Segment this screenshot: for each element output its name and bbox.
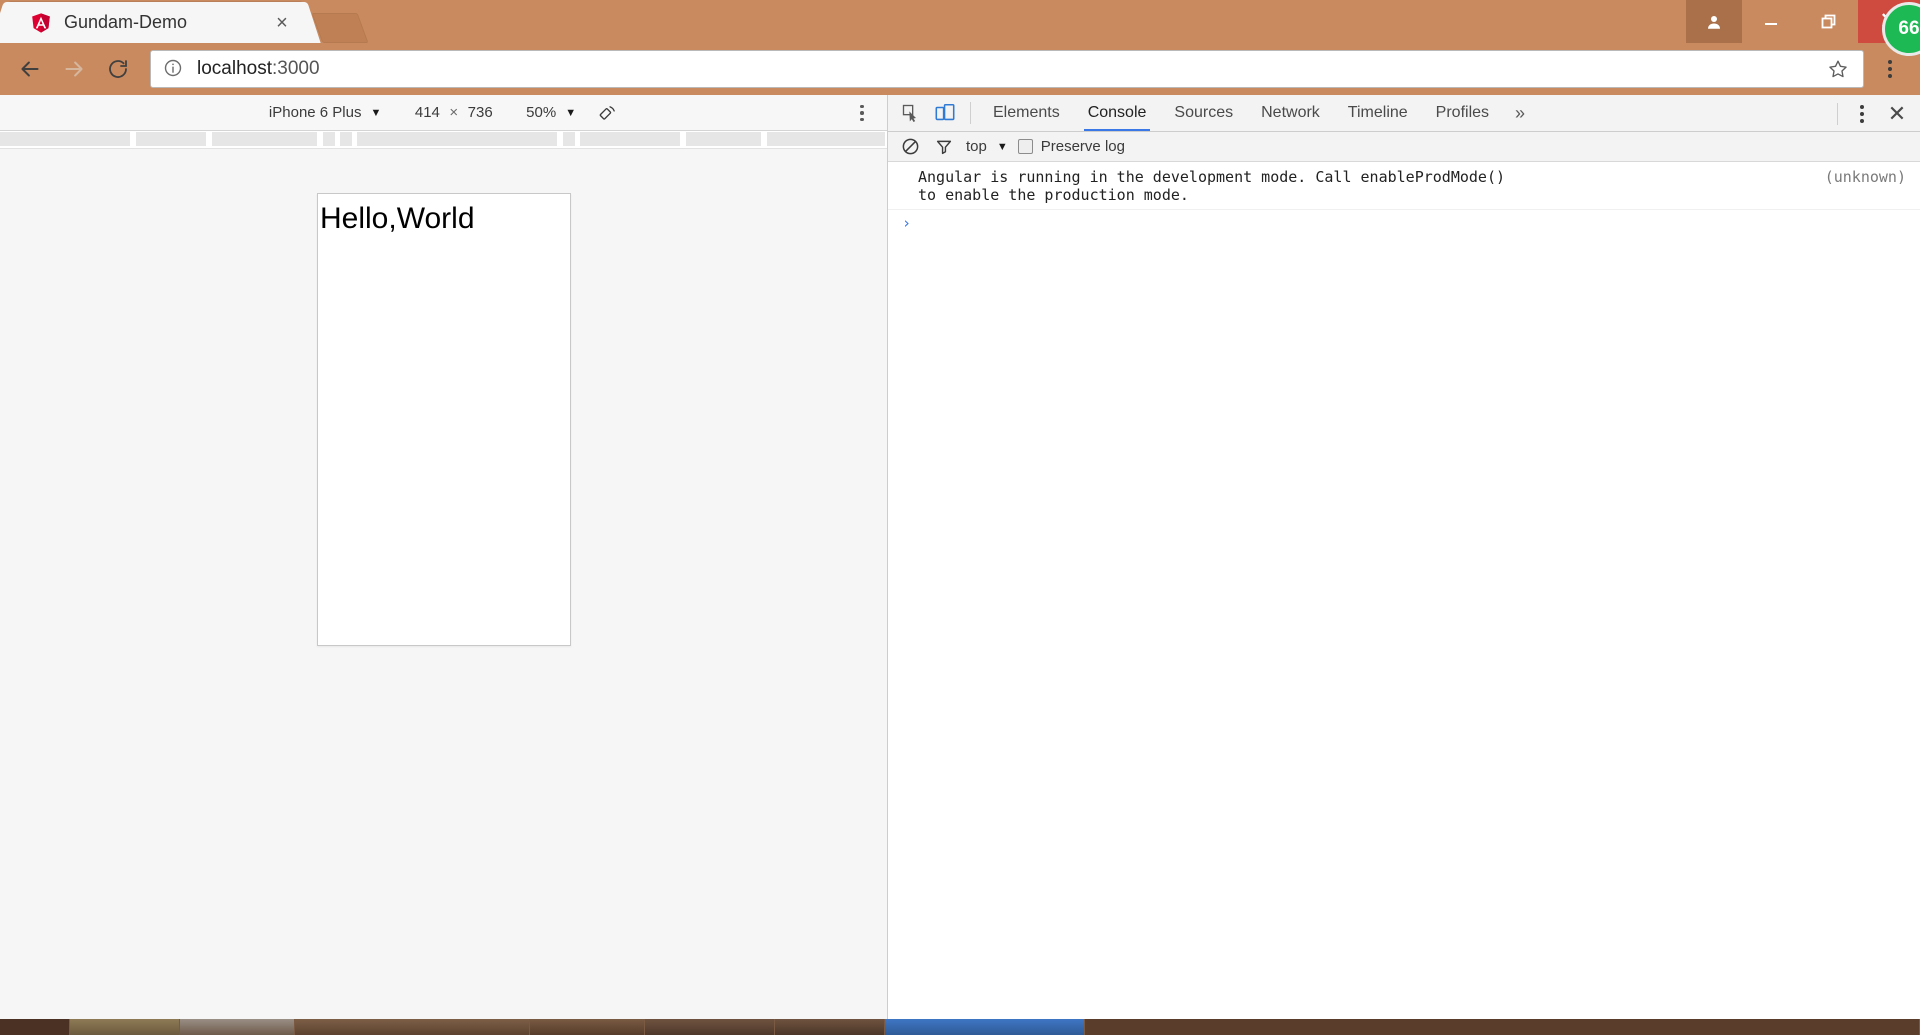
device-selector[interactable]: iPhone 6 Plus ▼ <box>269 104 381 121</box>
devtools-tab-bar: Elements Console Sources Network Timelin… <box>888 95 1920 132</box>
maximize-button[interactable] <box>1800 0 1858 43</box>
minimize-button[interactable] <box>1742 0 1800 43</box>
profile-icon[interactable] <box>1686 0 1742 43</box>
new-tab-button[interactable] <box>311 13 369 43</box>
tab-sources[interactable]: Sources <box>1160 95 1247 131</box>
url-host: localhost <box>197 58 272 79</box>
clear-console-icon[interactable] <box>898 137 922 156</box>
device-mode-toolbar: iPhone 6 Plus ▼ 414 × 736 50% ▼ <box>0 95 887 131</box>
preserve-log-label: Preserve log <box>1040 138 1125 155</box>
zoom-level: 50% <box>526 104 557 121</box>
zoom-selector[interactable]: 50% ▼ <box>526 104 576 121</box>
content-area: iPhone 6 Plus ▼ 414 × 736 50% ▼ Hello,Wo… <box>0 95 1920 1019</box>
devtools-panel: Elements Console Sources Network Timelin… <box>888 95 1920 1019</box>
console-toolbar: top ▼ Preserve log <box>888 132 1920 162</box>
console-output[interactable]: Angular is running in the development mo… <box>888 162 1920 1019</box>
url-path: :3000 <box>272 58 320 79</box>
tab-profiles[interactable]: Profiles <box>1422 95 1503 131</box>
console-message-text: Angular is running in the development mo… <box>918 168 1505 205</box>
devtools-close-icon[interactable]: ✕ <box>1880 101 1914 127</box>
back-arrow-icon[interactable] <box>8 47 52 91</box>
device-viewport-area: Hello,World <box>0 149 887 1019</box>
tab-elements[interactable]: Elements <box>979 95 1074 131</box>
device-name: iPhone 6 Plus <box>268 104 362 121</box>
browser-window: Gundam-Demo × localhost:3000 iPhone 6 Pl… <box>0 0 1920 1019</box>
device-ruler <box>0 131 887 149</box>
tab-console[interactable]: Console <box>1074 95 1161 131</box>
console-message: Angular is running in the development mo… <box>888 162 1920 210</box>
forward-arrow-icon <box>52 47 96 91</box>
info-circle-icon[interactable] <box>163 58 185 80</box>
console-prompt[interactable]: › <box>888 210 1920 236</box>
address-bar-text[interactable]: localhost:3000 <box>197 58 1825 80</box>
dimension-separator: × <box>449 104 459 121</box>
taskbar <box>0 1019 1920 1035</box>
console-message-source[interactable]: (unknown) <box>1807 168 1906 205</box>
preserve-log-toggle[interactable]: Preserve log <box>1017 138 1125 155</box>
desktop-background: Gundam-Demo × localhost:3000 iPhone 6 Pl… <box>0 0 1920 1035</box>
device-toolbar-icon[interactable] <box>928 98 962 128</box>
inspect-cursor-icon[interactable] <box>894 98 928 128</box>
tab-strip: Gundam-Demo × <box>0 0 1920 43</box>
device-screen[interactable]: Hello,World <box>317 193 571 646</box>
device-toolbar-menu-icon[interactable] <box>849 95 875 131</box>
tab-timeline[interactable]: Timeline <box>1334 95 1422 131</box>
bookmark-star-icon[interactable] <box>1825 58 1851 80</box>
tab-title: Gundam-Demo <box>64 12 188 32</box>
screen-rotation-icon[interactable] <box>598 103 618 123</box>
more-tabs-icon[interactable]: » <box>1503 103 1537 124</box>
chevron-down-icon[interactable]: ▼ <box>997 141 1008 153</box>
console-context-value: top <box>966 138 987 155</box>
address-bar[interactable]: localhost:3000 <box>150 50 1864 88</box>
devtools-tabbar-actions: ✕ <box>1831 95 1914 132</box>
navigation-bar: localhost:3000 <box>0 43 1920 95</box>
chevron-down-icon[interactable]: ▼ <box>371 107 382 119</box>
page-pane: iPhone 6 Plus ▼ 414 × 736 50% ▼ Hello,Wo… <box>0 95 888 1019</box>
prompt-caret-icon: › <box>902 213 912 232</box>
page-heading: Hello,World <box>320 202 475 235</box>
chevron-down-icon[interactable]: ▼ <box>565 107 576 119</box>
device-width-input[interactable]: 414 <box>405 104 449 121</box>
preserve-log-checkbox[interactable] <box>1017 139 1033 154</box>
angular-logo-icon <box>30 12 52 34</box>
devtools-settings-icon[interactable] <box>1844 94 1880 134</box>
console-context-selector[interactable]: top ▼ <box>966 138 1008 155</box>
filter-funnel-icon[interactable] <box>932 138 956 156</box>
browser-tab[interactable]: Gundam-Demo × <box>8 2 303 43</box>
tab-network[interactable]: Network <box>1247 95 1334 131</box>
device-height-input[interactable]: 736 <box>458 104 502 121</box>
reload-icon[interactable] <box>96 47 140 91</box>
close-icon[interactable]: × <box>271 12 293 34</box>
